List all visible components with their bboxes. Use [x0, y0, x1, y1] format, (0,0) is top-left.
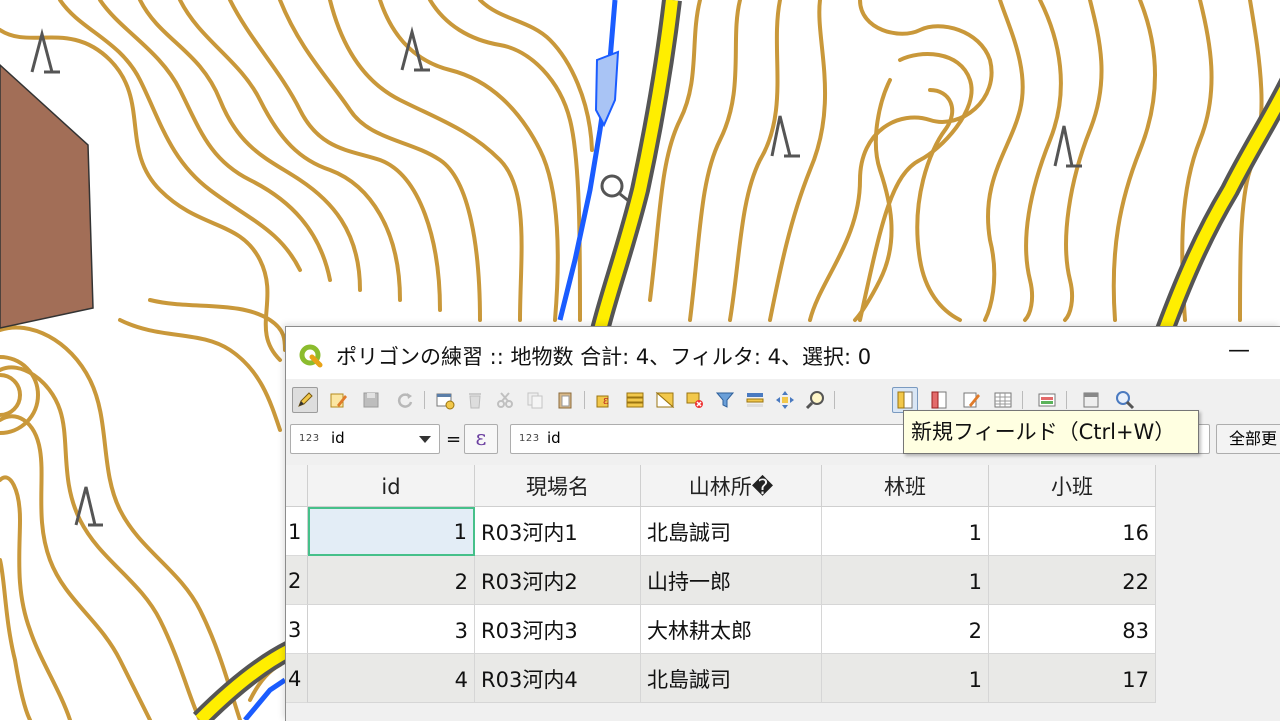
update-all-button[interactable]: 全部更: [1216, 424, 1280, 454]
chevron-down-icon: [419, 436, 431, 443]
select-all-icon[interactable]: [622, 387, 648, 413]
table-cell-sanrin[interactable]: 北島誠司: [641, 507, 822, 556]
filter-icon[interactable]: [712, 387, 738, 413]
new-field-tooltip: 新規フィールド（Ctrl+W）: [903, 410, 1199, 454]
pan-to-selection-icon[interactable]: [772, 387, 798, 413]
title-bar[interactable]: ポリゴンの練習 :: 地物数 合計: 4、フィルタ: 4、選択: 0 —: [286, 327, 1280, 379]
table-cell-sanrin[interactable]: 北島誠司: [641, 654, 822, 703]
table-cell-rinpan[interactable]: 1: [822, 507, 989, 556]
column-header-rinpan[interactable]: 林班: [822, 465, 989, 507]
table-cell-id[interactable]: 1: [308, 507, 475, 556]
table-cell-rinpan[interactable]: 1: [822, 556, 989, 605]
table-cell-genba[interactable]: R03河内2: [475, 556, 641, 605]
row-header[interactable]: 3: [286, 605, 308, 654]
reload-icon[interactable]: [392, 387, 418, 413]
cut-icon[interactable]: [492, 387, 518, 413]
delete-feature-icon[interactable]: [462, 387, 488, 413]
save-edits-icon[interactable]: [358, 387, 384, 413]
attribute-table-window[interactable]: ポリゴンの練習 :: 地物数 合計: 4、フィルタ: 4、選択: 0 — ε 1…: [285, 326, 1280, 721]
copy-icon[interactable]: [522, 387, 548, 413]
multi-edit-icon[interactable]: [326, 387, 352, 413]
deselect-icon[interactable]: [682, 387, 708, 413]
field-select-combo[interactable]: 123 id: [290, 424, 440, 454]
table-cell-genba[interactable]: R03河内1: [475, 507, 641, 556]
paste-icon[interactable]: [552, 387, 578, 413]
zoom-to-selection-icon[interactable]: [802, 387, 828, 413]
expression-button[interactable]: ε: [464, 424, 498, 454]
equals-sign: =: [446, 429, 462, 450]
table-cell-genba[interactable]: R03河内4: [475, 654, 641, 703]
table-cell-rinpan[interactable]: 1: [822, 654, 989, 703]
attribute-table[interactable]: id 現場名 山林所� 林班 小班 1 1 R03河内1 北島誠司 1 16 2…: [286, 465, 1156, 721]
table-cell-sanrin[interactable]: 山持一郎: [641, 556, 822, 605]
table-cell-id[interactable]: 2: [308, 556, 475, 605]
table-cell-sanrin[interactable]: 大林耕太郎: [641, 605, 822, 654]
field-type-badge: 123: [299, 433, 320, 444]
table-cell-shohan[interactable]: 16: [989, 507, 1156, 556]
forest-polygon[interactable]: [0, 63, 94, 329]
shrine-symbol: [600, 174, 624, 198]
select-expression-icon[interactable]: ε: [592, 387, 618, 413]
table-cell-id[interactable]: 4: [308, 654, 475, 703]
column-header-shohan[interactable]: 小班: [989, 465, 1156, 507]
pond-shape: [594, 50, 620, 128]
pencil-icon[interactable]: [292, 387, 318, 413]
input-type-badge: 123: [519, 433, 540, 444]
table-cell-shohan[interactable]: 83: [989, 605, 1156, 654]
corner-header[interactable]: [286, 465, 308, 507]
column-header-genba[interactable]: 現場名: [475, 465, 641, 507]
table-cell-rinpan[interactable]: 2: [822, 605, 989, 654]
move-selection-top-icon[interactable]: [742, 387, 768, 413]
svg-text:ε: ε: [603, 394, 609, 407]
minimize-button[interactable]: —: [1222, 337, 1256, 367]
qgis-logo-icon: [299, 344, 323, 368]
table-cell-genba[interactable]: R03河内3: [475, 605, 641, 654]
column-header-id[interactable]: id: [308, 465, 475, 507]
window-title: ポリゴンの練習 :: 地物数 合計: 4、フィルタ: 4、選択: 0: [336, 345, 872, 369]
column-header-sanrin[interactable]: 山林所�: [641, 465, 822, 507]
row-header[interactable]: 4: [286, 654, 308, 703]
table-cell-shohan[interactable]: 22: [989, 556, 1156, 605]
invert-selection-icon[interactable]: [652, 387, 678, 413]
row-header[interactable]: 2: [286, 556, 308, 605]
row-header[interactable]: 1: [286, 507, 308, 556]
table-cell-id[interactable]: 3: [308, 605, 475, 654]
table-cell-shohan[interactable]: 17: [989, 654, 1156, 703]
add-feature-icon[interactable]: [432, 387, 458, 413]
field-combo-value: id: [331, 429, 345, 447]
expression-input-value: id: [547, 429, 561, 447]
